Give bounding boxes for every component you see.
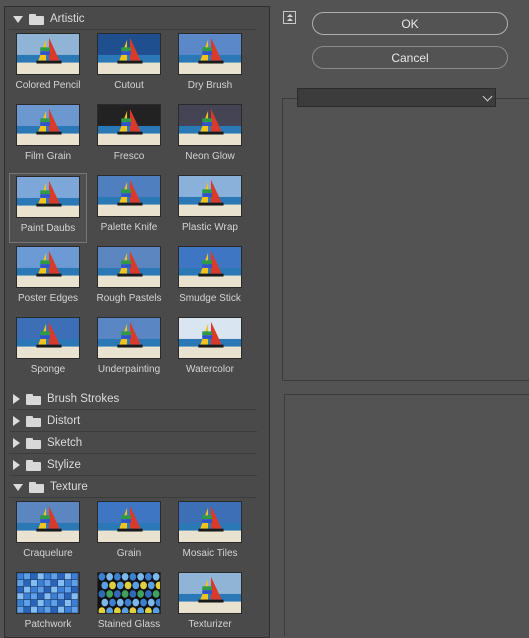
filter-label: Dry Brush: [187, 80, 233, 91]
filter-thumbnail-palette-knife[interactable]: Palette Knife: [90, 173, 168, 243]
filter-label: Texturizer: [188, 619, 232, 630]
filter-label: Neon Glow: [185, 151, 235, 162]
chevron-down-icon: [482, 91, 493, 102]
filter-preview-image: [16, 33, 80, 75]
filter-thumbnail-stained-glass[interactable]: Stained Glass: [90, 570, 168, 637]
filter-label: Colored Pencil: [15, 80, 81, 91]
category-stylize[interactable]: Stylize: [9, 455, 257, 476]
category-sketch[interactable]: Sketch: [9, 433, 257, 454]
filter-label: Film Grain: [24, 151, 72, 162]
filter-thumbnail-smudge-stick[interactable]: Smudge Stick: [171, 244, 249, 314]
filter-label: Grain: [116, 548, 142, 559]
filter-label: Fresco: [113, 151, 145, 162]
category-label: Brush Strokes: [47, 393, 120, 405]
filter-label: Stained Glass: [97, 619, 161, 630]
filter-label: Underpainting: [97, 364, 161, 375]
category-artistic[interactable]: Artistic: [9, 9, 257, 30]
filter-label: Craquelure: [23, 548, 73, 559]
filter-thumbnail-cutout[interactable]: Cutout: [90, 31, 168, 101]
filter-label: Palette Knife: [100, 222, 158, 233]
filter-preview-image: [97, 33, 161, 75]
filter-thumbnail-fresco[interactable]: Fresco: [90, 102, 168, 172]
triangle-right-icon: [13, 394, 20, 404]
filter-preview-image: [178, 175, 242, 217]
filter-label: Patchwork: [24, 619, 72, 630]
filter-label: Mosaic Tiles: [182, 548, 238, 559]
category-distort[interactable]: Distort: [9, 411, 257, 432]
filter-thumbnail-rough-pastels[interactable]: Rough Pastels: [90, 244, 168, 314]
scrollbar[interactable]: [262, 7, 269, 637]
triangle-right-icon: [13, 460, 20, 470]
filter-thumbnail-sponge[interactable]: Sponge: [9, 315, 87, 385]
filter-preview-image: [16, 246, 80, 288]
filter-preview-image: [97, 501, 161, 543]
filter-label: Watercolor: [186, 364, 234, 375]
triangle-down-icon: [13, 15, 23, 23]
folder-icon: [29, 481, 44, 493]
filter-preview-image: [97, 246, 161, 288]
triangle-right-icon: [13, 438, 20, 448]
filter-preview-image: [178, 501, 242, 543]
filter-label: Poster Edges: [17, 293, 79, 304]
filter-thumbnail-plastic-wrap[interactable]: Plastic Wrap: [171, 173, 249, 243]
category-label: Artistic: [50, 13, 85, 25]
category-label: Stylize: [47, 459, 81, 471]
filter-thumbnail-patchwork[interactable]: Patchwork: [9, 570, 87, 637]
filter-gallery: Artistic Colored Pencil Cutout Dry Brush…: [4, 6, 270, 638]
filter-preview-image: [178, 317, 242, 359]
filter-thumbnail-dry-brush[interactable]: Dry Brush: [171, 31, 249, 101]
filter-preview-image: [97, 104, 161, 146]
filter-preview-image: [178, 33, 242, 75]
cancel-button[interactable]: Cancel: [312, 46, 508, 69]
filter-preview-image: [97, 175, 161, 217]
filter-preview-image: [16, 176, 80, 218]
folder-icon: [29, 13, 44, 25]
category-label: Distort: [47, 415, 81, 427]
filter-preview-image: [16, 501, 80, 543]
filter-label: Sponge: [30, 364, 66, 375]
filter-thumbnail-underpainting[interactable]: Underpainting: [90, 315, 168, 385]
filter-thumbnail-poster-edges[interactable]: Poster Edges: [9, 244, 87, 314]
triangle-down-icon: [13, 483, 23, 491]
filter-thumbnail-colored-pencil[interactable]: Colored Pencil: [9, 31, 87, 101]
category-label: Texture: [50, 481, 88, 493]
filter-preview-image: [16, 317, 80, 359]
filter-preview-image: [16, 104, 80, 146]
filter-preview-image: [178, 246, 242, 288]
filter-label: Plastic Wrap: [182, 222, 238, 233]
filter-preview-image: [16, 572, 80, 614]
triangle-right-icon: [13, 416, 20, 426]
filter-thumbnail-paint-daubs[interactable]: Paint Daubs: [9, 173, 87, 243]
filter-thumbnail-neon-glow[interactable]: Neon Glow: [171, 102, 249, 172]
folder-icon: [26, 437, 41, 449]
filter-preview-image: [97, 317, 161, 359]
folder-icon: [26, 459, 41, 471]
filter-label: Paint Daubs: [20, 223, 76, 234]
folder-icon: [26, 393, 41, 405]
collapse-up-icon: [286, 14, 293, 17]
filter-layers-panel: [284, 394, 529, 636]
filter-preview-image: [178, 572, 242, 614]
filter-thumbnail-grain[interactable]: Grain: [90, 499, 168, 569]
category-label: Sketch: [47, 437, 83, 449]
filter-label: Rough Pastels: [96, 293, 162, 304]
category-texture[interactable]: Texture: [9, 477, 257, 498]
filter-thumbnail-watercolor[interactable]: Watercolor: [171, 315, 249, 385]
folder-icon: [26, 415, 41, 427]
filter-preview-image: [178, 104, 242, 146]
filter-select[interactable]: [297, 88, 496, 107]
filter-preview-image: [97, 572, 161, 614]
filter-options-panel: [282, 98, 529, 381]
filter-thumbnail-film-grain[interactable]: Film Grain: [9, 102, 87, 172]
collapse-gallery-button[interactable]: [283, 11, 296, 24]
category-brush-strokes[interactable]: Brush Strokes: [9, 389, 257, 410]
filter-thumbnail-mosaic-tiles[interactable]: Mosaic Tiles: [171, 499, 249, 569]
filter-label: Cutout: [114, 80, 144, 91]
filter-thumbnail-texturizer[interactable]: Texturizer: [171, 570, 249, 637]
filter-thumbnail-craquelure[interactable]: Craquelure: [9, 499, 87, 569]
filter-label: Smudge Stick: [179, 293, 241, 304]
ok-button[interactable]: OK: [312, 12, 508, 35]
